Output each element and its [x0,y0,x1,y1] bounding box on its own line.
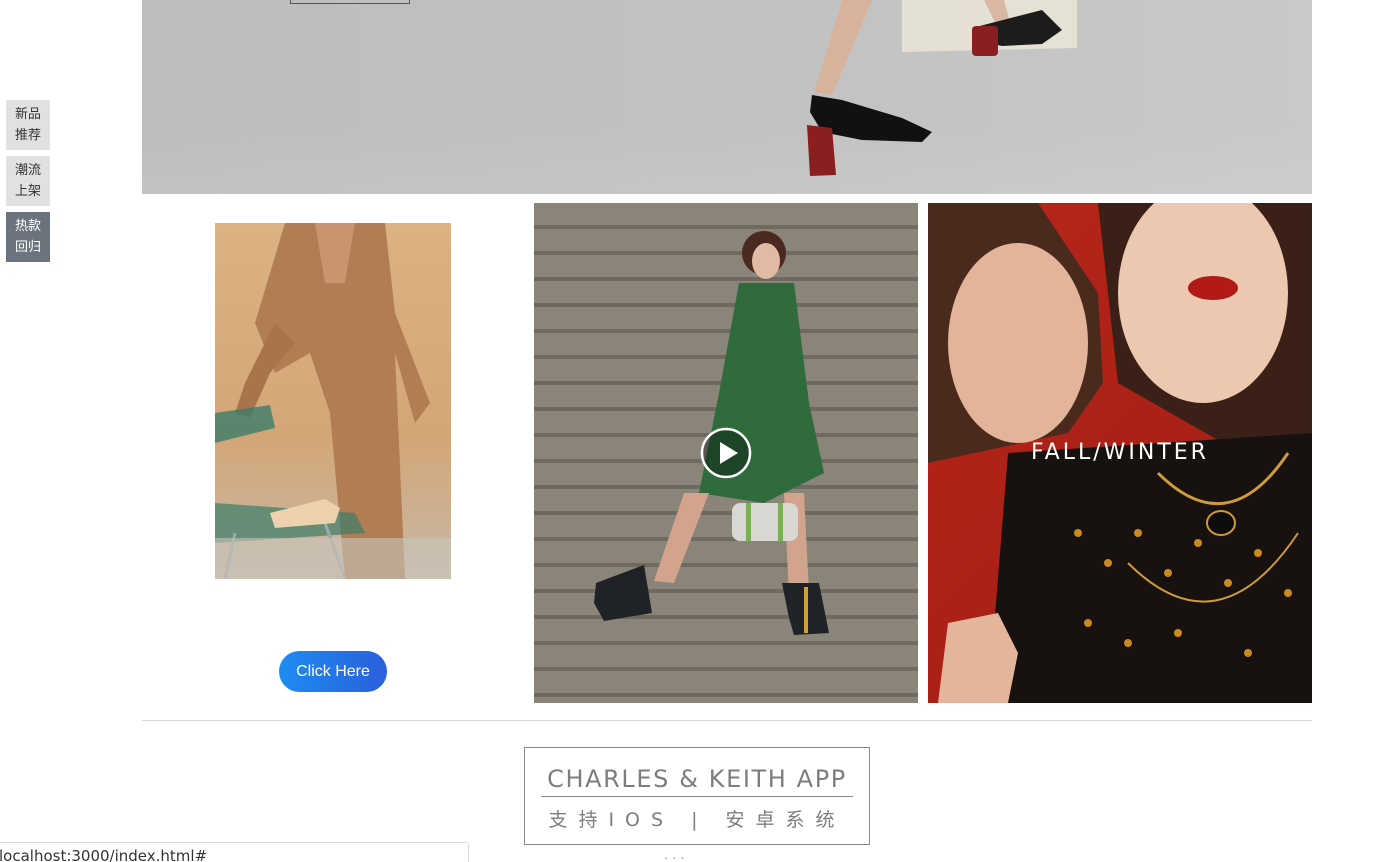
fall-winter-caption: FALL/WINTER [1031,440,1209,465]
below-fold-text: · · · [664,852,685,862]
side-nav-item-trending[interactable]: 潮流上架 [6,156,50,206]
side-nav-label: 新品推荐 [14,107,41,143]
video-tile[interactable] [534,203,918,703]
section-divider [142,720,1312,721]
status-bar-url: localhost:3000/index.html# [0,842,469,862]
product-thumbnail[interactable] [215,223,451,579]
side-nav-label: 热款回归 [14,219,41,255]
hero-shoes-image [807,0,1077,176]
play-icon[interactable] [700,427,752,479]
product-row: Click Here FALL/WINTER [142,203,1312,703]
app-promo-title: CHARLES & KEITH APP [541,762,853,797]
side-nav-label: 潮流上架 [14,163,41,199]
side-quick-nav: 新品推荐 潮流上架 热款回归 [6,100,50,268]
fall-winter-tile[interactable]: FALL/WINTER [928,203,1312,703]
side-nav-item-new-arrivals[interactable]: 新品推荐 [6,100,50,150]
hero-banner[interactable] [142,0,1312,194]
side-nav-item-hot-returns[interactable]: 热款回归 [6,212,50,262]
click-here-button[interactable]: Click Here [279,651,387,692]
product-column: Click Here [142,203,524,703]
app-promo-box[interactable]: CHARLES & KEITH APP 支持IOS | 安卓系统 [524,747,870,845]
model-chair-image [215,223,451,579]
app-promo-subtitle: 支持IOS | 安卓系统 [548,809,846,831]
